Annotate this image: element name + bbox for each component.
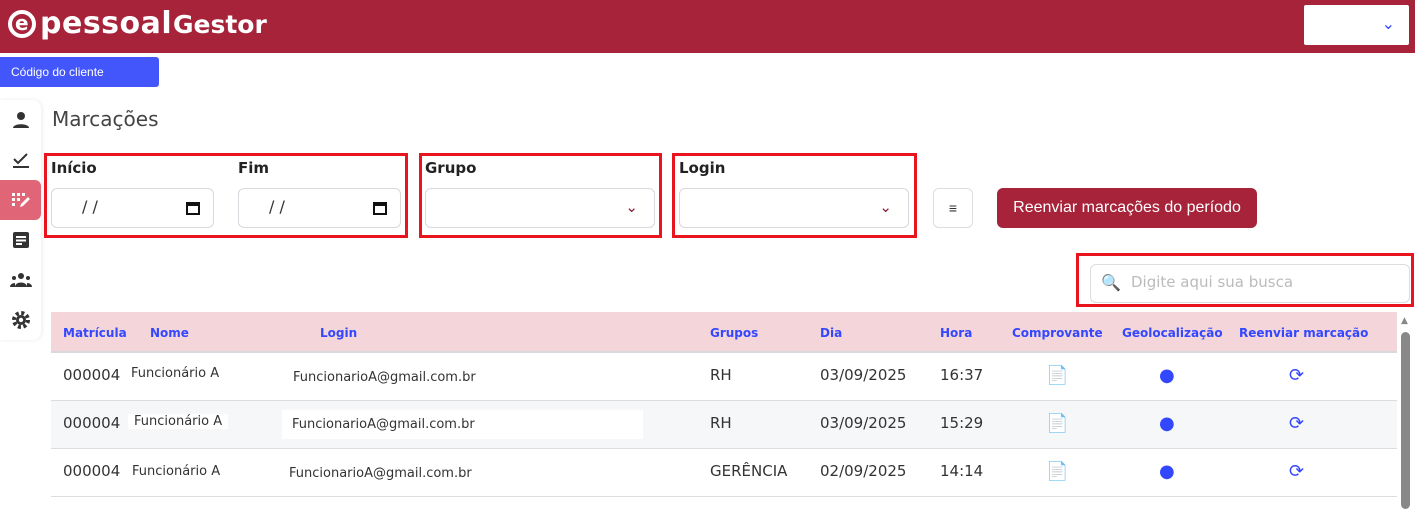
sidebar-item-groups[interactable]: [0, 260, 41, 300]
col-matricula[interactable]: Matrícula: [63, 326, 127, 340]
chevron-down-icon: ⌄: [625, 198, 638, 216]
check-icon: [12, 153, 29, 168]
group-select[interactable]: ⌄: [425, 188, 655, 228]
end-date-input[interactable]: / /: [238, 188, 401, 228]
table-header: Matrícula Nome Login Grupos Dia Hora Com…: [51, 312, 1397, 353]
login-label: Login: [679, 159, 726, 177]
resend-icon[interactable]: ⟳: [1289, 461, 1304, 482]
chevron-down-icon: ⌄: [1381, 14, 1395, 33]
table-row: 000004 Funcionário A FuncionarioA@gmail.…: [51, 353, 1397, 401]
sidebar-item-marcacoes[interactable]: [0, 180, 41, 220]
filter-icon: ≡: [948, 200, 958, 216]
chevron-down-icon: ⌄: [879, 198, 892, 216]
col-geolocalizacao[interactable]: Geolocalização: [1122, 326, 1223, 340]
search-box[interactable]: 🔍: [1090, 264, 1410, 303]
receipt-icon[interactable]: 📄: [1046, 413, 1068, 434]
col-login[interactable]: Login: [320, 326, 357, 340]
sidebar-item-reports[interactable]: [0, 220, 41, 260]
top-select[interactable]: ⌄: [1304, 5, 1409, 45]
group-icon: [9, 273, 32, 287]
scrollbar-thumb[interactable]: [1401, 332, 1410, 509]
table-row: 000004 Funcionário A FuncionarioA@gmail.…: [51, 449, 1397, 497]
location-pin-icon[interactable]: ●: [1159, 461, 1175, 482]
calendar-icon[interactable]: [373, 202, 387, 215]
scroll-up-icon[interactable]: ▲: [1401, 316, 1408, 326]
receipt-icon[interactable]: 📄: [1046, 461, 1068, 482]
col-hora[interactable]: Hora: [940, 326, 972, 340]
search-icon: 🔍: [1101, 273, 1121, 292]
col-comprovante[interactable]: Comprovante: [1012, 326, 1103, 340]
resend-icon[interactable]: ⟳: [1289, 413, 1304, 434]
sidebar-item-check[interactable]: [0, 140, 41, 180]
login-select[interactable]: ⌄: [679, 188, 909, 228]
search-input[interactable]: [1131, 273, 1391, 291]
col-dia[interactable]: Dia: [820, 326, 842, 340]
start-label: Início: [51, 159, 97, 177]
sidebar: [0, 100, 41, 340]
location-pin-icon[interactable]: ●: [1159, 365, 1175, 386]
logo: e pessoal: [8, 6, 172, 41]
marcacoes-table: Matrícula Nome Login Grupos Dia Hora Com…: [51, 312, 1397, 497]
receipt-icon[interactable]: 📄: [1046, 365, 1068, 386]
calendar-icon[interactable]: [186, 202, 200, 215]
end-label: Fim: [238, 159, 270, 177]
scrollbar[interactable]: ▲: [1399, 312, 1413, 509]
sidebar-item-settings[interactable]: [0, 300, 41, 340]
person-icon: [12, 112, 29, 128]
gear-icon: [11, 311, 30, 329]
col-grupos[interactable]: Grupos: [710, 326, 758, 340]
start-date-input[interactable]: / /: [51, 188, 214, 228]
col-nome[interactable]: Nome: [150, 326, 189, 340]
resend-icon[interactable]: ⟳: [1289, 365, 1304, 386]
edit-grid-icon: [11, 193, 30, 207]
top-bar: e pessoal Gestor ⌄: [0, 0, 1415, 53]
resend-period-button[interactable]: Reenviar marcações do período: [997, 188, 1257, 228]
col-reenviar[interactable]: Reenviar marcação: [1239, 326, 1368, 340]
location-pin-icon[interactable]: ●: [1159, 413, 1175, 434]
document-icon: [12, 232, 29, 248]
filter-button[interactable]: ≡: [933, 188, 973, 228]
table-row: 000004 Funcionário A FuncionarioA@gmail.…: [51, 401, 1397, 449]
client-code-button[interactable]: Código do cliente: [0, 57, 159, 87]
app-name: Gestor: [173, 10, 267, 39]
group-label: Grupo: [425, 159, 477, 177]
sidebar-item-user[interactable]: [0, 100, 41, 140]
page-title: Marcações: [52, 107, 159, 131]
